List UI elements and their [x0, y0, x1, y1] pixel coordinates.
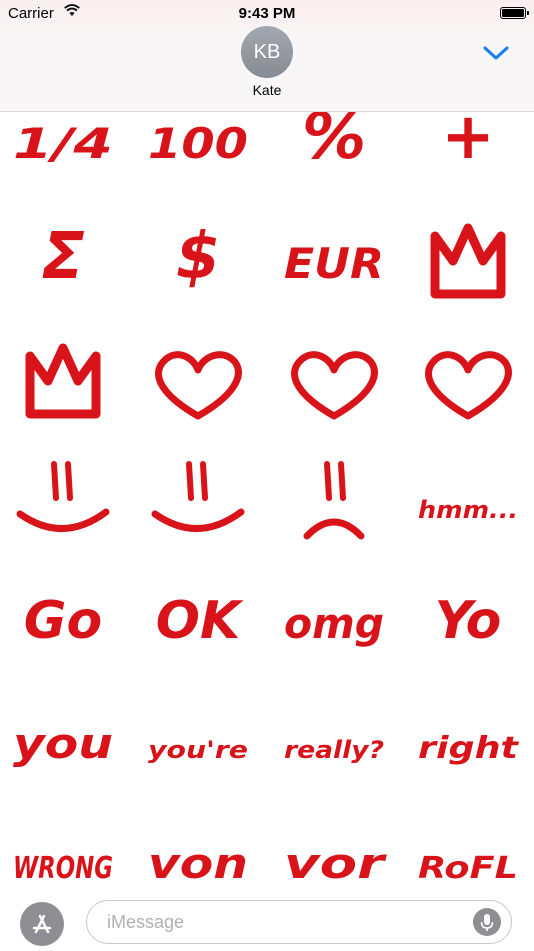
sticker-go[interactable]: Go [8, 576, 118, 672]
contact-name[interactable]: Kate [0, 82, 534, 98]
sticker-crown[interactable] [413, 216, 523, 312]
sticker-heart[interactable] [279, 336, 389, 432]
sticker-frown[interactable] [279, 456, 389, 552]
sticker-youre[interactable]: you're [143, 696, 253, 792]
sticker-smile[interactable] [143, 456, 253, 552]
sticker-hmm[interactable]: hmm... [413, 456, 523, 552]
sticker-text: $ [176, 220, 221, 294]
sticker-14[interactable]: 1/4 [8, 112, 118, 192]
conversation-header: KB Kate [0, 26, 534, 112]
sticker-ok[interactable]: OK [143, 576, 253, 672]
sticker-you[interactable]: you [8, 696, 118, 792]
sticker-smile[interactable] [8, 456, 118, 552]
sticker-text: Yo [435, 591, 502, 651]
sticker-[interactable]: $ [143, 216, 253, 312]
sticker-text: really? [284, 736, 384, 764]
app-store-button[interactable] [20, 902, 64, 946]
sticker-crown[interactable] [8, 336, 118, 432]
sticker-text: + [441, 112, 495, 174]
sticker-really[interactable]: really? [279, 696, 389, 792]
clock: 9:43 PM [238, 5, 296, 22]
sticker-text: EUR [284, 239, 384, 288]
sticker-text: Σ [41, 220, 85, 294]
sticker-right[interactable]: right [413, 696, 523, 792]
sticker-wrong[interactable]: WRONG [8, 816, 118, 882]
microphone-icon [480, 914, 494, 931]
microphone-button[interactable] [473, 908, 501, 936]
sticker-omg[interactable]: omg [279, 576, 389, 672]
sticker-text: 1/4 [13, 119, 113, 168]
sticker-[interactable]: % [279, 112, 389, 192]
sticker-vor[interactable]: vor [279, 816, 389, 882]
chevron-down-icon[interactable] [482, 45, 510, 66]
app-store-icon [32, 914, 52, 934]
sticker-heart[interactable] [143, 336, 253, 432]
sticker-text: Go [24, 591, 102, 651]
battery-icon [500, 7, 529, 19]
sticker-text: OK [156, 591, 244, 651]
compose-bar: iMessage [0, 882, 534, 950]
sticker-von[interactable]: von [143, 816, 253, 882]
sticker-text: von [148, 839, 248, 882]
message-input[interactable]: iMessage [86, 900, 512, 944]
sticker-text: you're [148, 736, 248, 764]
sticker-text: vor [284, 839, 387, 882]
sticker-text: 100 [148, 119, 248, 168]
avatar[interactable]: KB [241, 26, 293, 78]
sticker-text: hmm... [418, 496, 518, 524]
sticker-text: % [302, 112, 366, 174]
sticker-100[interactable]: 100 [143, 112, 253, 192]
sticker-rofl[interactable]: RoFL [413, 816, 523, 882]
sticker-text: you [13, 719, 113, 768]
sticker-grid: 1/4 100% + Σ $ EUR hmm... Go OK omg Yo you you're rea… [0, 112, 534, 882]
sticker-text: WRONG [13, 851, 113, 882]
sticker-heart[interactable] [413, 336, 523, 432]
sticker-[interactable]: Σ [8, 216, 118, 312]
message-placeholder: iMessage [107, 912, 185, 932]
sticker-text: RoFL [418, 851, 518, 882]
sticker-[interactable]: + [413, 112, 523, 192]
sticker-text: right [418, 731, 520, 766]
sticker-eur[interactable]: EUR [279, 216, 389, 312]
sticker-yo[interactable]: Yo [413, 576, 523, 672]
sticker-text: omg [284, 599, 384, 648]
